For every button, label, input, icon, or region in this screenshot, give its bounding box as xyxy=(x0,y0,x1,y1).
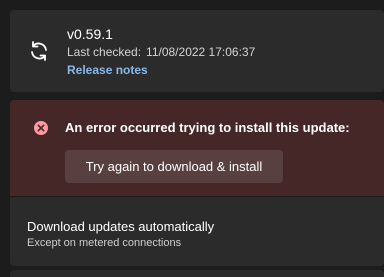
release-notes-link[interactable]: Release notes xyxy=(67,63,148,77)
sync-icon xyxy=(31,41,47,61)
retry-download-install-button[interactable]: Try again to download & install xyxy=(65,150,283,183)
version-label: v0.59.1 xyxy=(67,26,113,42)
auto-update-title: Download updates automatically xyxy=(27,219,215,234)
next-setting-card-edge xyxy=(10,270,384,277)
auto-update-setting[interactable]: Download updates automatically Except on… xyxy=(10,196,384,266)
error-message: An error occurred trying to install this… xyxy=(65,120,350,135)
update-status-card: v0.59.1 Last checked: 11/08/2022 17:06:37… xyxy=(10,10,384,92)
error-circle-icon xyxy=(34,121,48,135)
last-checked-label: Last checked: xyxy=(67,45,142,59)
auto-update-subtitle: Except on metered connections xyxy=(27,237,182,249)
last-checked-text: Last checked: 11/08/2022 17:06:37 xyxy=(67,45,255,59)
error-panel: An error occurred trying to install this… xyxy=(10,100,384,196)
last-checked-value: 11/08/2022 17:06:37 xyxy=(146,45,256,59)
